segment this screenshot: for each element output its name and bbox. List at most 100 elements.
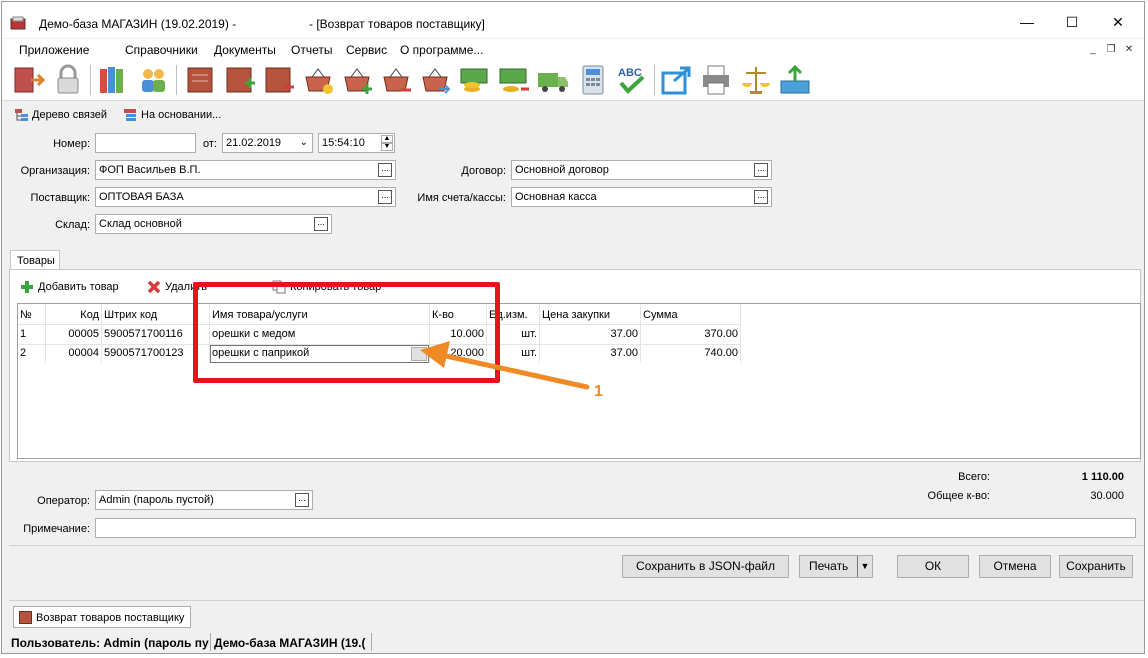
spellcheck-icon[interactable]: ABC [615, 63, 649, 97]
tab-goods[interactable]: Товары [10, 250, 60, 271]
account-select-button[interactable]: ... [754, 190, 768, 204]
org-field[interactable]: ФОП Васильев В.П. ... [95, 160, 396, 180]
calculator-icon[interactable] [576, 63, 610, 97]
upload-tray-icon[interactable] [778, 63, 812, 97]
tree-button[interactable]: Дерево связей [32, 109, 107, 121]
document-icon [19, 611, 32, 624]
number-field[interactable] [95, 133, 196, 153]
printer-icon[interactable] [699, 63, 733, 97]
cell-num: 1 [20, 328, 27, 340]
document-remove-icon[interactable] [262, 63, 296, 97]
date-value: 21.02.2019 [226, 137, 282, 149]
warehouse-field[interactable]: Склад основной ... [95, 214, 332, 234]
money-coins-icon[interactable] [458, 63, 492, 97]
cancel-button[interactable]: Отмена [979, 555, 1051, 578]
close-icon[interactable]: ✕ [1108, 12, 1128, 32]
number-label: Номер: [53, 138, 90, 150]
cell-num: 2 [20, 347, 27, 359]
lock-icon[interactable] [51, 63, 85, 97]
menu-catalogs[interactable]: Справочники [125, 43, 198, 57]
catalogs-books-icon[interactable] [96, 63, 130, 97]
time-value: 15:54:10 [322, 137, 365, 149]
total-label: Всего: [958, 471, 990, 483]
mdi-minimize-icon[interactable]: _ [1086, 44, 1100, 56]
add-item-button[interactable]: Добавить товар [38, 281, 119, 293]
contract-value: Основной договор [515, 164, 609, 176]
cell-sum: 740.00 [704, 347, 738, 359]
users-icon[interactable] [136, 63, 170, 97]
cell-sum: 370.00 [704, 328, 738, 340]
mdi-restore-icon[interactable]: ❐ [1104, 44, 1118, 56]
supplier-field[interactable]: ОПТОВАЯ БАЗА ... [95, 187, 396, 207]
status-bar: Пользователь: Admin (пароль пусто Демо-б… [9, 631, 1144, 653]
menu-about[interactable]: О программе... [400, 43, 483, 57]
contract-label: Договор: [461, 165, 506, 177]
maximize-icon[interactable]: ☐ [1062, 12, 1082, 32]
basket-remove-icon[interactable] [380, 63, 414, 97]
menu-documents[interactable]: Документы [214, 43, 276, 57]
save-json-button[interactable]: Сохранить в JSON-файл [622, 555, 789, 578]
chevron-down-icon[interactable]: ⌄ [300, 137, 308, 148]
col-header-num[interactable]: № [20, 309, 44, 321]
operator-select-button[interactable]: ... [295, 493, 309, 507]
date-from-label: от: [203, 138, 217, 150]
ok-button[interactable]: ОК [897, 555, 969, 578]
org-label: Организация: [20, 165, 90, 177]
delete-icon [147, 280, 161, 294]
menu-reports[interactable]: Отчеты [291, 43, 332, 57]
col-header-price[interactable]: Цена закупки [542, 309, 638, 321]
mdi-close-icon[interactable]: ✕ [1122, 44, 1136, 56]
print-label: Печать [809, 559, 849, 573]
basket-add-icon[interactable] [341, 63, 375, 97]
col-header-code[interactable]: Код [46, 309, 99, 321]
contract-select-button[interactable]: ... [754, 163, 768, 177]
document-icon[interactable] [184, 63, 218, 97]
taskbar-doc-label: Возврат товаров поставщику [36, 612, 185, 624]
menu-app[interactable]: Приложение [19, 43, 89, 57]
basket-move-icon[interactable] [419, 63, 453, 97]
note-label: Примечание: [23, 523, 90, 535]
tree-icon [14, 108, 29, 122]
spin-down-icon[interactable]: ▼ [381, 143, 393, 151]
total-value: 1 110.00 [1081, 471, 1124, 483]
date-picker[interactable]: 21.02.2019 ⌄ [222, 133, 313, 153]
total-qty-value: 30.000 [1090, 490, 1124, 502]
note-field[interactable] [95, 518, 1136, 538]
title-bar: Демо-база МАГАЗИН (19.02.2019) - - [Возв… [2, 2, 1144, 38]
truck-icon[interactable] [536, 63, 570, 97]
window-title: Демо-база МАГАЗИН (19.02.2019) - [39, 17, 237, 31]
money-out-icon[interactable] [497, 63, 531, 97]
warehouse-select-button[interactable]: ... [314, 217, 328, 231]
account-label: Имя счета/кассы: [417, 192, 506, 204]
minimize-icon[interactable]: — [1017, 12, 1037, 32]
exit-icon[interactable] [12, 63, 46, 97]
add-icon [20, 280, 34, 294]
time-field[interactable]: 15:54:10 ▲ ▼ [318, 133, 395, 153]
supplier-select-button[interactable]: ... [378, 190, 392, 204]
based-on-button[interactable]: На основании... [141, 109, 221, 121]
save-button[interactable]: Сохранить [1059, 555, 1133, 578]
operator-value: Admin (пароль пустой) [99, 494, 214, 506]
org-select-button[interactable]: ... [378, 163, 392, 177]
account-value: Основная касса [515, 191, 597, 203]
account-field[interactable]: Основная касса ... [511, 187, 772, 207]
warehouse-label: Склад: [55, 219, 90, 231]
based-on-icon [123, 108, 138, 122]
spin-up-icon[interactable]: ▲ [381, 135, 393, 143]
app-icon [10, 16, 26, 30]
col-header-sum[interactable]: Сумма [643, 309, 738, 321]
status-user: Пользователь: Admin (пароль пусто [11, 636, 209, 650]
document-add-icon[interactable] [223, 63, 257, 97]
menu-service[interactable]: Сервис [346, 43, 387, 57]
print-dropdown-icon[interactable]: ▼ [857, 556, 872, 577]
document-title: - [Возврат товаров поставщику] [309, 17, 485, 31]
contract-field[interactable]: Основной договор ... [511, 160, 772, 180]
scales-icon[interactable] [739, 63, 773, 97]
taskbar-doc-tab[interactable]: Возврат товаров поставщику [13, 606, 191, 628]
operator-field[interactable]: Admin (пароль пустой) ... [95, 490, 313, 510]
print-button[interactable]: Печать ▼ [799, 555, 873, 578]
export-icon[interactable] [660, 63, 694, 97]
basket-star-icon[interactable] [302, 63, 336, 97]
cell-code: 00005 [68, 328, 99, 340]
svg-text:ABC: ABC [618, 67, 642, 79]
